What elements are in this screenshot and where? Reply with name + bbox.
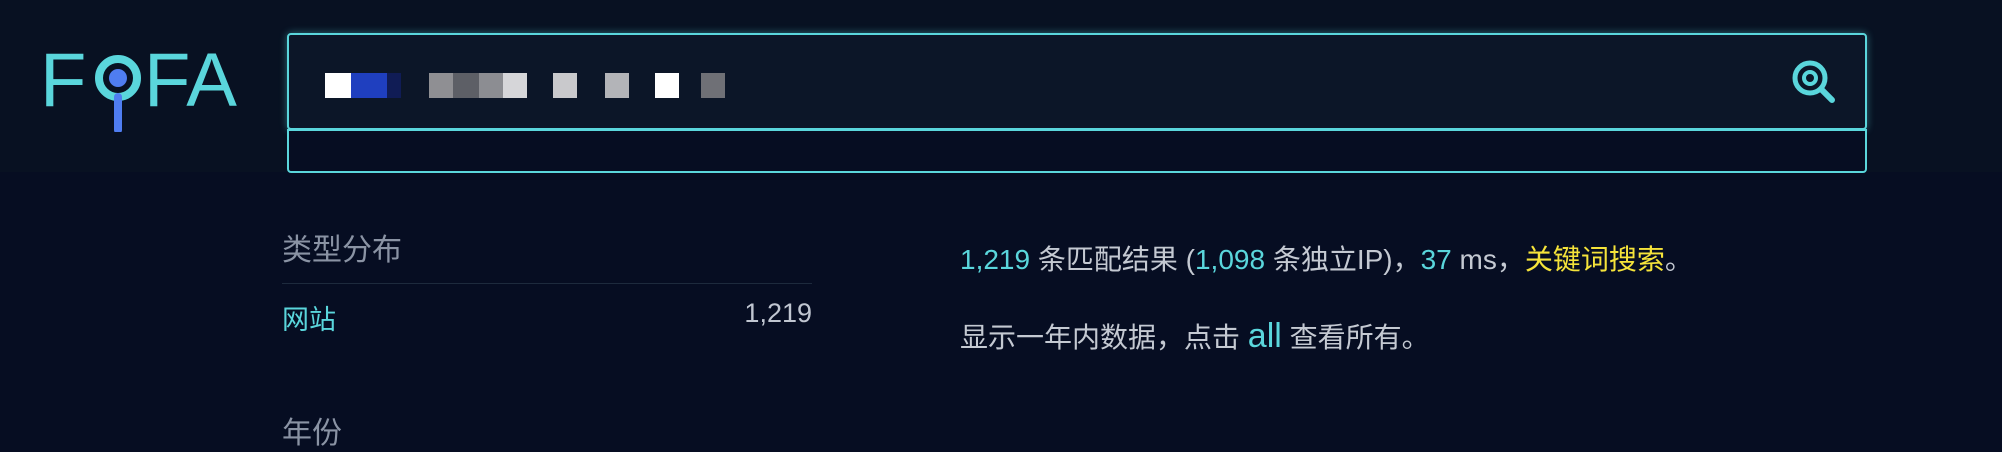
total-results: 1,219	[960, 244, 1031, 275]
logo-letter-f1: F	[40, 38, 86, 123]
query-time: 37	[1420, 244, 1452, 275]
notice-prefix: 显示一年内数据，点击	[960, 322, 1248, 353]
top-header: F FA	[0, 0, 2002, 173]
search-suggestion-bar[interactable]	[287, 129, 1867, 173]
logo-pin-head	[109, 69, 127, 87]
search-icon[interactable]	[1789, 57, 1837, 105]
result-summary: 1,219 条匹配结果 (1,098 条独立IP)，37 ms，关键词搜索。	[960, 238, 1693, 278]
total-results-text: 条匹配结果 (	[1030, 244, 1195, 275]
notice-suffix: 查看所有。	[1281, 322, 1430, 353]
type-distribution-heading: 类型分布	[282, 234, 402, 267]
unique-ip-count: 1,098	[1194, 244, 1266, 275]
unique-ip-text: 条独立IP)，	[1265, 244, 1421, 275]
type-filter-website[interactable]: 网站	[282, 298, 336, 337]
logo-letters-fa: FA	[144, 38, 237, 123]
type-filter-website-count: 1,219	[744, 298, 812, 328]
year-heading: 年份	[282, 417, 342, 450]
fofa-logo[interactable]: F FA	[40, 36, 256, 132]
search-input[interactable]	[287, 33, 1867, 130]
show-all-link[interactable]: all	[1248, 317, 1282, 355]
data-range-notice: 显示一年内数据，点击 all 查看所有。	[960, 316, 1430, 356]
sidebar-divider	[282, 283, 812, 284]
summary-end: 。	[1664, 244, 1693, 275]
keyword-search-mode[interactable]: 关键词搜索	[1525, 244, 1665, 275]
query-time-text: ms，	[1451, 244, 1525, 275]
